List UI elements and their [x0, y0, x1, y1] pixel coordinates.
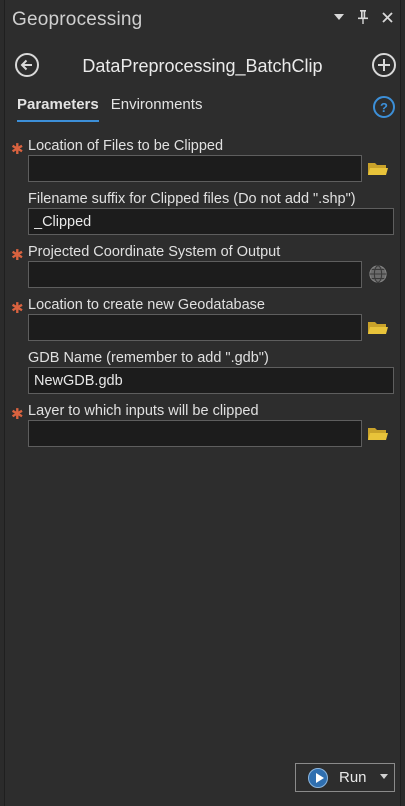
pane-titlebar: Geoprocessing: [5, 0, 400, 38]
close-icon[interactable]: [380, 9, 394, 25]
required-marker: ✱: [11, 247, 24, 264]
run-options-chevron-down-icon[interactable]: [380, 774, 388, 779]
run-button[interactable]: Run: [295, 763, 395, 792]
folder-icon[interactable]: [367, 159, 389, 179]
folder-icon[interactable]: [367, 424, 389, 444]
tab-strip: Parameters Environments: [17, 96, 202, 122]
coordinate-system-input[interactable]: [28, 261, 362, 288]
tool-name: DataPreprocessing_BatchClip: [82, 56, 323, 76]
param-label: GDB Name (remember to add ".gdb"): [28, 350, 269, 366]
folder-icon[interactable]: [367, 318, 389, 338]
add-button[interactable]: [372, 53, 396, 77]
required-marker: ✱: [11, 300, 24, 317]
param-label: Filename suffix for Clipped files (Do no…: [28, 191, 356, 207]
plus-icon: [378, 59, 390, 71]
gdb-location-input[interactable]: [28, 314, 362, 341]
play-icon: [308, 768, 328, 788]
gdb-name-input[interactable]: [28, 367, 394, 394]
tab-parameters[interactable]: Parameters: [17, 96, 99, 122]
menu-dropdown-icon[interactable]: [332, 9, 346, 25]
param-label: Layer to which inputs will be clipped: [28, 403, 259, 419]
files-location-input[interactable]: [28, 155, 362, 182]
param-label: Location to create new Geodatabase: [28, 297, 265, 313]
required-marker: ✱: [11, 406, 24, 423]
filename-suffix-input[interactable]: [28, 208, 394, 235]
required-marker: ✱: [11, 141, 24, 158]
run-label: Run: [339, 769, 367, 786]
tab-environments[interactable]: Environments: [111, 96, 203, 122]
clip-layer-input[interactable]: [28, 420, 362, 447]
param-label: Projected Coordinate System of Output: [28, 244, 281, 260]
pane-title: Geoprocessing: [12, 9, 143, 30]
pin-icon[interactable]: [356, 9, 370, 25]
globe-icon[interactable]: [367, 264, 389, 284]
param-label: Location of Files to be Clipped: [28, 138, 224, 154]
help-icon[interactable]: ?: [373, 96, 395, 118]
pane-controls: [332, 9, 394, 25]
tool-header: DataPreprocessing_BatchClip: [5, 48, 400, 82]
geoprocessing-pane: Geoprocessing DataPreprocessing_BatchCli…: [4, 0, 401, 806]
